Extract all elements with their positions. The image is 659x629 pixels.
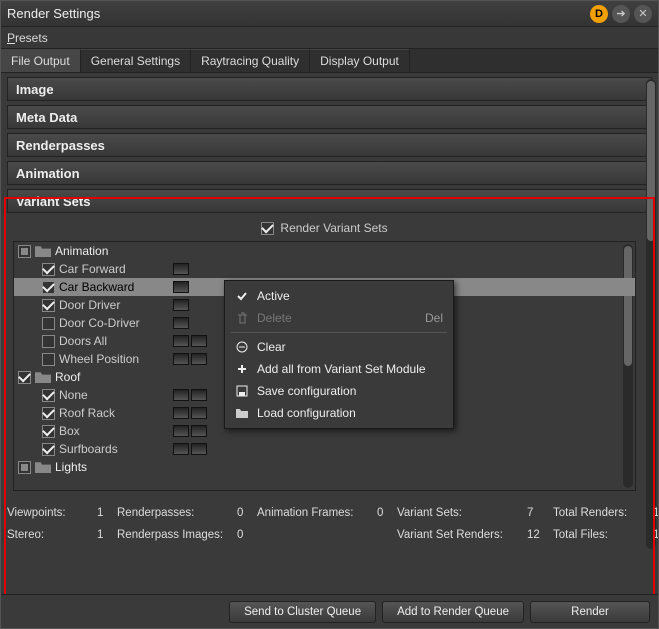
thumbnail (173, 407, 207, 419)
context-load[interactable]: Load configuration (225, 402, 453, 424)
content-area: Image Meta Data Renderpasses Animation V… (1, 73, 658, 594)
thumbnail (173, 263, 189, 275)
tab-general-settings[interactable]: General Settings (81, 49, 191, 72)
render-button[interactable]: Render (530, 601, 650, 623)
tab-bar: File Output General Settings Raytracing … (1, 49, 658, 73)
section-variant-sets[interactable]: Variant Sets (7, 189, 652, 213)
group-checkbox[interactable] (18, 371, 31, 384)
section-renderpasses[interactable]: Renderpasses (7, 133, 652, 157)
thumbnail (173, 299, 189, 311)
stat-label: Stereo: (7, 529, 97, 541)
tree-group-animation[interactable]: Animation (14, 242, 635, 260)
variant-sets-panel: Render Variant Sets Animation Car Forwar… (11, 215, 638, 491)
save-icon (235, 384, 249, 398)
add-to-queue-button[interactable]: Add to Render Queue (382, 601, 524, 623)
render-variant-sets-row: Render Variant Sets (11, 215, 638, 241)
tree-item[interactable]: Surfboards (14, 440, 635, 458)
context-menu: Active Delete Del Clear Add all from (224, 280, 454, 429)
item-checkbox[interactable] (42, 299, 55, 312)
stat-value: 12 (527, 529, 553, 541)
render-variant-sets-checkbox[interactable] (261, 222, 274, 235)
titlebar: Render Settings D ➔ ✕ (1, 1, 658, 27)
stat-label: Renderpasses: (117, 507, 237, 519)
item-checkbox[interactable] (42, 317, 55, 330)
group-checkbox[interactable] (18, 461, 31, 474)
item-checkbox[interactable] (42, 389, 55, 402)
tree-group-lights[interactable]: Lights (14, 458, 635, 476)
tab-file-output[interactable]: File Output (1, 49, 81, 72)
stat-value: 12 (653, 529, 658, 541)
footer: Send to Cluster Queue Add to Render Queu… (1, 594, 658, 628)
stat-label: Variant Set Renders: (397, 529, 527, 541)
stat-value: 1 (97, 507, 117, 519)
help-button[interactable]: ➔ (612, 5, 630, 23)
tab-display-output[interactable]: Display Output (310, 49, 410, 72)
item-checkbox[interactable] (42, 281, 55, 294)
menubar: Presets (1, 27, 658, 49)
stat-value: 0 (377, 507, 397, 519)
stat-label: Total Renders: (553, 507, 653, 519)
plus-icon (235, 362, 249, 376)
thumbnail (173, 317, 189, 329)
thumbnail (173, 443, 207, 455)
item-checkbox[interactable] (42, 443, 55, 456)
tab-raytracing-quality[interactable]: Raytracing Quality (191, 49, 310, 72)
check-icon (235, 289, 249, 303)
stat-label: Total Files: (553, 529, 653, 541)
trash-icon (235, 311, 249, 325)
stats-bar: Viewpoints:1 Renderpasses:0 Animation Fr… (7, 504, 652, 544)
section-meta-data[interactable]: Meta Data (7, 105, 652, 129)
context-active[interactable]: Active (225, 285, 453, 307)
stat-value: 12 (653, 507, 658, 519)
folder-icon (35, 245, 51, 257)
presets-menu[interactable]: Presets (7, 31, 48, 45)
context-clear[interactable]: Clear (225, 336, 453, 358)
item-checkbox[interactable] (42, 425, 55, 438)
thumbnail (173, 353, 207, 365)
clear-icon (235, 340, 249, 354)
item-checkbox[interactable] (42, 353, 55, 366)
stat-value: 1 (97, 529, 117, 541)
stat-label: Renderpass Images: (117, 529, 237, 541)
variant-tree: Animation Car Forward Car Backward Door … (13, 241, 636, 491)
stat-label: Viewpoints: (7, 507, 97, 519)
section-image[interactable]: Image (7, 77, 652, 101)
close-button[interactable]: ✕ (634, 5, 652, 23)
stat-label: Variant Sets: (397, 507, 527, 519)
context-separator (231, 332, 447, 333)
main-scrollbar[interactable] (646, 79, 656, 549)
window-title: Render Settings (7, 6, 590, 21)
folder-icon (235, 406, 249, 420)
context-add-all[interactable]: Add all from Variant Set Module (225, 358, 453, 380)
group-checkbox[interactable] (18, 245, 31, 258)
stat-value: 7 (527, 507, 553, 519)
stat-label: Animation Frames: (257, 507, 377, 519)
badge-icon[interactable]: D (590, 5, 608, 23)
section-animation[interactable]: Animation (7, 161, 652, 185)
tree-item[interactable]: Car Forward (14, 260, 635, 278)
render-settings-window: Render Settings D ➔ ✕ Presets File Outpu… (0, 0, 659, 629)
thumbnail (173, 281, 189, 293)
item-checkbox[interactable] (42, 335, 55, 348)
render-variant-sets-label: Render Variant Sets (280, 221, 387, 235)
folder-icon (35, 461, 51, 473)
thumbnail (173, 389, 207, 401)
stat-value: 0 (237, 507, 257, 519)
item-checkbox[interactable] (42, 407, 55, 420)
context-save[interactable]: Save configuration (225, 380, 453, 402)
thumbnail (173, 425, 207, 437)
thumbnail (173, 335, 207, 347)
send-to-cluster-button[interactable]: Send to Cluster Queue (229, 601, 376, 623)
item-checkbox[interactable] (42, 263, 55, 276)
stat-value: 0 (237, 529, 257, 541)
context-delete[interactable]: Delete Del (225, 307, 453, 329)
folder-icon (35, 371, 51, 383)
